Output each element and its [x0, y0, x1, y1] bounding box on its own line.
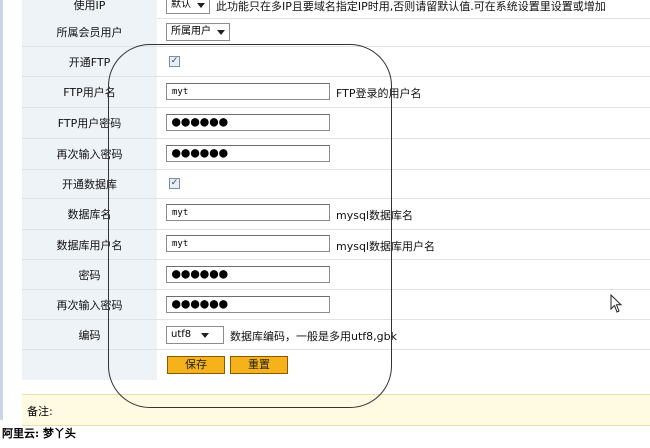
checkmark-icon: ✓ [170, 56, 179, 66]
row-db-user: 数据库用户名 myt mysql数据库用户名 [22, 230, 650, 260]
db-name-hint: mysql数据库名 [336, 209, 413, 222]
dropdown-arrow-icon [217, 29, 225, 35]
row-db-pass: 密码 ●●●●●● [22, 260, 650, 290]
ftp-pass2-input[interactable]: ●●●●●● [166, 145, 330, 162]
row-db-name: 数据库名 myt mysql数据库名 [22, 199, 650, 230]
ftp-pass2-label: 再次输入密码 [22, 139, 157, 169]
row-ftp-user: FTP用户名 myt FTP登录的用户名 [22, 77, 650, 108]
owner-label: 所属会员用户 [22, 18, 157, 46]
row-encoding: 编码 utf8 数据库编码，一般是多用utf8,gbk [22, 320, 650, 350]
db-pass2-label: 再次输入密码 [22, 290, 157, 319]
row-actions: 保存 重置 [22, 350, 650, 380]
ftp-user-input[interactable]: myt [166, 83, 330, 100]
encoding-label: 编码 [22, 320, 157, 349]
note-label: 备注: [27, 405, 53, 418]
owner-select-value: 所属用户 [171, 26, 211, 37]
ftp-user-hint: FTP登录的用户名 [336, 87, 422, 100]
footer-caption: 阿里云: 梦丫头 [2, 427, 76, 440]
encoding-select-value: utf8 [171, 329, 192, 340]
ip-hint: 此功能只在多IP且要域名指定IP时用,否则请留默认值.可在系统设置里设置或增加 [216, 0, 606, 13]
dropdown-arrow-icon [197, 2, 205, 8]
note-box: 备注: [22, 394, 650, 426]
db-user-input[interactable]: myt [166, 235, 330, 252]
db-user-hint: mysql数据库用户名 [336, 240, 435, 253]
row-ftp-pass: FTP用户密码 ●●●●●● [22, 108, 650, 139]
ip-label: 使用IP [22, 0, 157, 18]
actions-label-cell [22, 350, 157, 380]
ftp-pass-input[interactable]: ●●●●●● [166, 114, 330, 131]
row-ip: 使用IP 默认 此功能只在多IP且要域名指定IP时用,否则请留默认值.可在系统设… [22, 0, 650, 19]
ftp-enable-label: 开通FTP [22, 47, 157, 76]
db-pass2-input[interactable]: ●●●●●● [166, 296, 330, 313]
row-ftp-pass2: 再次输入密码 ●●●●●● [22, 139, 650, 170]
save-button[interactable]: 保存 [167, 356, 225, 374]
db-pass-label: 密码 [22, 260, 157, 289]
owner-select[interactable]: 所属用户 [166, 23, 230, 41]
encoding-select[interactable]: utf8 [166, 326, 224, 344]
ftp-user-label: FTP用户名 [22, 77, 157, 107]
db-name-label: 数据库名 [22, 199, 157, 229]
checkmark-icon: ✓ [170, 178, 179, 188]
dropdown-arrow-icon [201, 332, 210, 338]
db-name-input[interactable]: myt [166, 204, 330, 221]
reset-button[interactable]: 重置 [230, 356, 288, 374]
db-pass-input[interactable]: ●●●●●● [166, 266, 330, 283]
mouse-pointer-icon [610, 293, 624, 317]
ip-select-value: 默认 [171, 0, 191, 10]
row-ftp-enable: 开通FTP ✓ [22, 47, 650, 77]
row-owner: 所属会员用户 所属用户 [22, 18, 650, 47]
encoding-hint: 数据库编码，一般是多用utf8,gbk [230, 330, 397, 343]
row-db-enable: 开通数据库 ✓ [22, 170, 650, 199]
ftp-enable-checkbox[interactable]: ✓ [169, 56, 180, 67]
account-form: 使用IP 默认 此功能只在多IP且要域名指定IP时用,否则请留默认值.可在系统设… [0, 0, 650, 448]
ip-select[interactable]: 默认 [166, 0, 210, 14]
db-enable-checkbox[interactable]: ✓ [169, 178, 180, 189]
left-border [0, 0, 3, 420]
ftp-pass-label: FTP用户密码 [22, 108, 157, 138]
row-db-pass2: 再次输入密码 ●●●●●● [22, 290, 650, 320]
db-enable-label: 开通数据库 [22, 170, 157, 198]
db-user-label: 数据库用户名 [22, 230, 157, 259]
